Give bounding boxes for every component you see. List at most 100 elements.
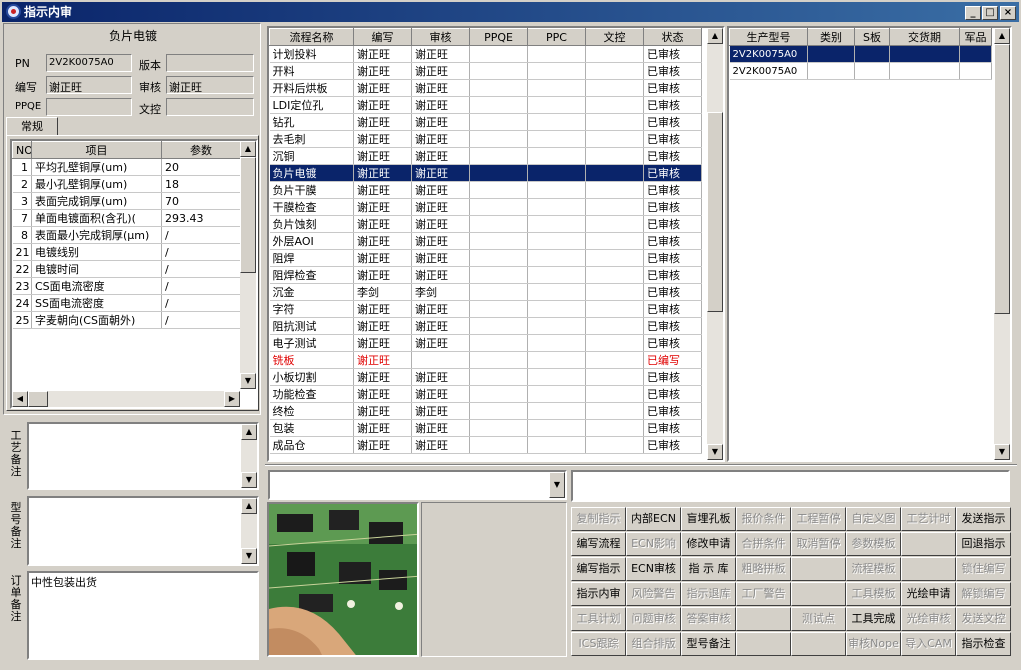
action-button[interactable]: 组合排版 xyxy=(626,632,681,656)
process-row[interactable]: 去毛刺 谢正旺 谢正旺 已审核 xyxy=(269,130,702,148)
model-vscroll[interactable]: ▲ ▼ xyxy=(994,28,1010,460)
action-button[interactable]: 指示退库 xyxy=(681,582,736,606)
action-button[interactable]: 报价条件 xyxy=(736,507,791,531)
action-button[interactable]: ICS跟踪 xyxy=(571,632,626,656)
author-field[interactable]: 谢正旺 xyxy=(46,76,132,94)
process-header-status[interactable]: 状态 xyxy=(643,28,702,46)
pn-field[interactable]: 2V2K0075A0 xyxy=(46,54,132,72)
action-button[interactable]: 解锁编写 xyxy=(956,582,1011,606)
process-row[interactable]: 终检 谢正旺 谢正旺 已审核 xyxy=(269,402,702,420)
action-button[interactable]: 编写指示 xyxy=(571,557,626,581)
model-row[interactable]: 2V2K0075A0 xyxy=(729,45,992,63)
action-button[interactable] xyxy=(791,557,846,581)
action-button[interactable] xyxy=(901,557,956,581)
action-button[interactable]: 指 示 库 xyxy=(681,557,736,581)
scroll-down-arrow-icon[interactable]: ▼ xyxy=(241,548,257,564)
process-row[interactable]: 小板切割 谢正旺 谢正旺 已审核 xyxy=(269,368,702,386)
action-button[interactable]: 指示检查 xyxy=(956,632,1011,656)
action-button[interactable]: 工艺计时 xyxy=(901,507,956,531)
model-header-category[interactable]: 类别 xyxy=(807,28,855,46)
chevron-down-icon[interactable]: ▼ xyxy=(549,472,565,498)
params-header-param[interactable]: 参数 xyxy=(161,141,241,159)
process-row[interactable]: 钻孔 谢正旺 谢正旺 已审核 xyxy=(269,113,702,131)
params-row[interactable]: 21 电镀线别 / xyxy=(12,243,241,261)
params-row[interactable]: 24 SS面电流密度 / xyxy=(12,294,241,312)
action-button[interactable]: 型号备注 xyxy=(681,632,736,656)
version-field[interactable] xyxy=(166,54,254,72)
action-button[interactable]: 光绘审核 xyxy=(901,607,956,631)
craft-note-vscroll[interactable]: ▲ ▼ xyxy=(241,424,257,488)
tab-general[interactable]: 常规 xyxy=(6,117,58,136)
scroll-up-arrow-icon[interactable]: ▲ xyxy=(241,498,257,514)
action-button[interactable]: 光绘申请 xyxy=(901,582,956,606)
model-grid[interactable]: 生产型号 类别 S板 交货期 军品 2V2K0075A0 2V2K0075A0 ▲… xyxy=(727,26,1012,462)
params-row[interactable]: 1 平均孔壁铜厚(um) 20 xyxy=(12,158,241,176)
maximize-button[interactable]: □ xyxy=(982,6,998,20)
scroll-up-arrow-icon[interactable]: ▲ xyxy=(994,28,1010,44)
scroll-up-arrow-icon[interactable]: ▲ xyxy=(240,141,256,157)
params-row[interactable]: 3 表面完成铜厚(um) 70 xyxy=(12,192,241,210)
action-button[interactable]: 工具计划 xyxy=(571,607,626,631)
params-grid[interactable]: NO 项目 参数 1 平均孔壁铜厚(um) 20 2 最小孔壁铜厚(um) 18 3 表面完成… xyxy=(10,139,258,409)
scroll-up-arrow-icon[interactable]: ▲ xyxy=(241,424,257,440)
action-button[interactable] xyxy=(791,632,846,656)
process-header-reviewer[interactable]: 审核 xyxy=(411,28,470,46)
model-note-textarea[interactable]: ▲ ▼ xyxy=(27,496,259,566)
process-row[interactable]: 包装 谢正旺 谢正旺 已审核 xyxy=(269,419,702,437)
process-row[interactable]: 功能检查 谢正旺 谢正旺 已审核 xyxy=(269,385,702,403)
params-row[interactable]: 8 表面最小完成铜厚(μm) / xyxy=(12,226,241,244)
action-button[interactable]: 指示内审 xyxy=(571,582,626,606)
scroll-down-arrow-icon[interactable]: ▼ xyxy=(241,472,257,488)
process-row[interactable]: 沉铜 谢正旺 谢正旺 已审核 xyxy=(269,147,702,165)
action-button[interactable]: 取消暂停 xyxy=(791,532,846,556)
comment-input[interactable] xyxy=(571,470,1010,502)
model-note-vscroll[interactable]: ▲ ▼ xyxy=(241,498,257,564)
action-button[interactable]: 合拼条件 xyxy=(736,532,791,556)
action-button[interactable]: 发送文控 xyxy=(956,607,1011,631)
close-button[interactable]: × xyxy=(1000,6,1016,20)
action-button[interactable]: 自定义图 xyxy=(846,507,901,531)
action-button[interactable]: 风险警告 xyxy=(626,582,681,606)
action-button[interactable]: 编写流程 xyxy=(571,532,626,556)
action-button[interactable]: 问题审核 xyxy=(626,607,681,631)
process-grid[interactable]: 流程名称 编写 审核 PPQE PPC 文控 状态 计划投料 谢正旺 谢正旺 已审核开… xyxy=(267,26,725,462)
params-vscroll[interactable]: ▲ ▼ xyxy=(240,141,256,389)
action-button[interactable]: 工厂警告 xyxy=(736,582,791,606)
scroll-thumb[interactable] xyxy=(994,44,1010,314)
process-row[interactable]: 沉金 李剑 李剑 已审核 xyxy=(269,283,702,301)
process-row[interactable]: 字符 谢正旺 谢正旺 已审核 xyxy=(269,300,702,318)
process-header-ppc[interactable]: PPC xyxy=(527,28,586,46)
process-header-name[interactable]: 流程名称 xyxy=(269,28,354,46)
action-button[interactable] xyxy=(736,632,791,656)
doc-control-field[interactable] xyxy=(166,98,254,116)
action-button[interactable]: 粗略拼板 xyxy=(736,557,791,581)
action-button[interactable]: 盲埋孔板 xyxy=(681,507,736,531)
scroll-thumb[interactable] xyxy=(707,112,723,312)
process-select-combo[interactable]: ▼ xyxy=(268,470,567,500)
process-row[interactable]: LDI定位孔 谢正旺 谢正旺 已审核 xyxy=(269,96,702,114)
process-row[interactable]: 干膜检查 谢正旺 谢正旺 已审核 xyxy=(269,198,702,216)
params-hscroll[interactable]: ◀ ▶ xyxy=(12,391,240,407)
action-button[interactable]: 流程模板 xyxy=(846,557,901,581)
process-row[interactable]: 阻焊检查 谢正旺 谢正旺 已审核 xyxy=(269,266,702,284)
params-header-item[interactable]: 项目 xyxy=(31,141,162,159)
model-row[interactable]: 2V2K0075A0 xyxy=(729,62,992,80)
params-row[interactable]: 22 电镀时间 / xyxy=(12,260,241,278)
order-note-textarea[interactable]: 中性包装出货 xyxy=(27,571,259,660)
action-button[interactable]: 工程暂停 xyxy=(791,507,846,531)
params-header-no[interactable]: NO xyxy=(12,141,32,159)
process-row[interactable]: 成品仓 谢正旺 谢正旺 已审核 xyxy=(269,436,702,454)
process-header-ppqe[interactable]: PPQE xyxy=(469,28,528,46)
params-row[interactable]: 2 最小孔壁铜厚(um) 18 xyxy=(12,175,241,193)
action-button[interactable]: 审核Nope xyxy=(846,632,901,656)
review-field[interactable]: 谢正旺 xyxy=(166,76,254,94)
minimize-button[interactable]: _ xyxy=(965,6,981,20)
craft-note-textarea[interactable]: ▲ ▼ xyxy=(27,422,259,490)
process-row[interactable]: 电子测试 谢正旺 谢正旺 已审核 xyxy=(269,334,702,352)
action-button[interactable]: 发送指示 xyxy=(956,507,1011,531)
scroll-thumb[interactable] xyxy=(240,157,256,273)
process-header-author[interactable]: 编写 xyxy=(353,28,412,46)
scroll-down-arrow-icon[interactable]: ▼ xyxy=(707,444,723,460)
params-row[interactable]: 25 字麦朝向(CS面朝外) / xyxy=(12,311,241,329)
scroll-right-arrow-icon[interactable]: ▶ xyxy=(224,391,240,407)
